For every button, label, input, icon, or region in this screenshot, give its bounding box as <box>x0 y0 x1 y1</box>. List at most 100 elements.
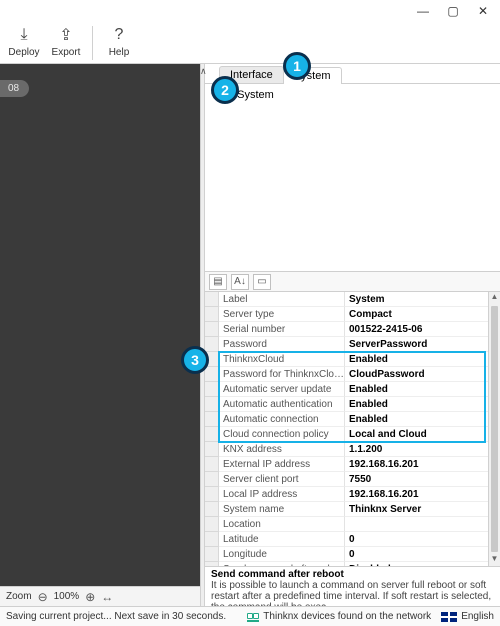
property-gutter <box>205 397 219 412</box>
deploy-label: Deploy <box>8 47 39 58</box>
zoom-out-button[interactable]: ⊖ <box>38 590 48 604</box>
property-gutter <box>205 502 219 517</box>
property-name: Automatic authentication <box>219 397 345 412</box>
canvas-column: 08 Zoom ⊖ 100% ⊕ ↔ <box>0 64 200 606</box>
property-gutter <box>205 427 219 442</box>
status-bar: Saving current project... Next save in 3… <box>0 606 500 626</box>
property-row[interactable]: Password for ThinknxCloudCloudPassword <box>205 367 488 382</box>
property-name: Label <box>219 292 345 307</box>
property-grid-scrollbar[interactable]: ▲ ▼ <box>488 292 500 566</box>
property-value[interactable] <box>345 517 488 532</box>
main-toolbar: ⤓ Deploy ⇪ Export ? Help <box>0 22 500 64</box>
properties-view-button[interactable]: ▭ <box>253 274 271 290</box>
property-row[interactable]: LabelSystem <box>205 292 488 307</box>
property-row[interactable]: External IP address192.168.16.201 <box>205 457 488 472</box>
object-tree[interactable]: ▽ System <box>205 84 500 272</box>
help-button[interactable]: ? Help <box>99 24 139 58</box>
property-name: Automatic connection <box>219 412 345 427</box>
property-grid: LabelSystemServer typeCompactSerial numb… <box>205 292 500 566</box>
window-maximize-button[interactable]: ▢ <box>438 1 468 21</box>
property-value[interactable]: Enabled <box>345 412 488 427</box>
property-row[interactable]: Location <box>205 517 488 532</box>
property-name: Password for ThinknxCloud <box>219 367 345 382</box>
zoom-in-button[interactable]: ⊕ <box>85 590 95 604</box>
property-row[interactable]: PasswordServerPassword <box>205 337 488 352</box>
property-row[interactable]: Automatic server updateEnabled <box>205 382 488 397</box>
property-row[interactable]: Cloud connection policyLocal and Cloud <box>205 427 488 442</box>
property-value[interactable]: 1.1.200 <box>345 442 488 457</box>
property-gutter <box>205 487 219 502</box>
design-canvas[interactable]: 08 <box>0 64 200 586</box>
property-gutter <box>205 532 219 547</box>
property-name: Local IP address <box>219 487 345 502</box>
property-description-title: Send command after reboot <box>211 569 494 580</box>
property-value[interactable]: Enabled <box>345 397 488 412</box>
zoom-fit-button[interactable]: ↔ <box>101 590 113 604</box>
export-button[interactable]: ⇪ Export <box>46 24 86 58</box>
property-gutter <box>205 382 219 397</box>
scroll-down-icon[interactable]: ▼ <box>489 554 500 566</box>
callout-3: 3 <box>181 346 209 374</box>
property-value[interactable]: 0 <box>345 547 488 562</box>
property-value[interactable]: 7550 <box>345 472 488 487</box>
property-value[interactable]: 001522-2415-06 <box>345 322 488 337</box>
window-titlebar: — ▢ ✕ <box>0 0 500 22</box>
property-description-pane: Send command after reboot It is possible… <box>205 566 500 606</box>
property-row[interactable]: ThinknxCloudEnabled <box>205 352 488 367</box>
property-value[interactable]: Local and Cloud <box>345 427 488 442</box>
property-row[interactable]: Send command after rebootDisabled <box>205 562 488 566</box>
property-row[interactable]: Latitude0 <box>205 532 488 547</box>
zoom-value: 100% <box>54 591 80 602</box>
property-row[interactable]: System nameThinknx Server <box>205 502 488 517</box>
categorized-view-button[interactable]: ▤ <box>209 274 227 290</box>
property-row[interactable]: KNX address1.1.200 <box>205 442 488 457</box>
toolbar-separator <box>92 26 93 60</box>
window-minimize-button[interactable]: — <box>408 1 438 21</box>
property-row[interactable]: Local IP address192.168.16.201 <box>205 487 488 502</box>
property-value[interactable]: 192.168.16.201 <box>345 457 488 472</box>
deploy-icon: ⤓ <box>13 24 35 46</box>
property-row[interactable]: Server client port7550 <box>205 472 488 487</box>
property-row[interactable]: Automatic authenticationEnabled <box>205 397 488 412</box>
property-name: Cloud connection policy <box>219 427 345 442</box>
properties-column: Interface System ▽ System ▤ A↓ ▭ LabelSy… <box>205 64 500 606</box>
property-value[interactable]: Thinknx Server <box>345 502 488 517</box>
property-value[interactable]: Enabled <box>345 382 488 397</box>
zoom-bar: Zoom ⊖ 100% ⊕ ↔ <box>0 586 200 606</box>
deploy-button[interactable]: ⤓ Deploy <box>4 24 44 58</box>
sort-az-button[interactable]: A↓ <box>231 274 249 290</box>
window-close-button[interactable]: ✕ <box>468 1 498 21</box>
property-value[interactable]: Compact <box>345 307 488 322</box>
status-left: Saving current project... Next save in 3… <box>6 611 237 622</box>
export-label: Export <box>52 47 81 58</box>
property-name: KNX address <box>219 442 345 457</box>
property-value[interactable]: ServerPassword <box>345 337 488 352</box>
main-split: 08 Zoom ⊖ 100% ⊕ ↔ ∧ Interface System ▽ … <box>0 64 500 606</box>
canvas-page-tab[interactable]: 08 <box>0 80 29 97</box>
scroll-up-icon[interactable]: ▲ <box>489 292 500 304</box>
property-description-body: It is possible to launch a command on se… <box>211 580 494 606</box>
property-value[interactable]: 192.168.16.201 <box>345 487 488 502</box>
property-value[interactable]: System <box>345 292 488 307</box>
help-label: Help <box>109 47 130 58</box>
property-name: ThinknxCloud <box>219 352 345 367</box>
property-row[interactable]: Serial number001522-2415-06 <box>205 322 488 337</box>
property-value[interactable]: Enabled <box>345 352 488 367</box>
property-gutter <box>205 337 219 352</box>
property-row[interactable]: Longitude0 <box>205 547 488 562</box>
tree-root-item[interactable]: ▽ System <box>211 88 494 102</box>
status-network[interactable]: Thinknx devices found on the network <box>247 611 431 622</box>
status-network-label: Thinknx devices found on the network <box>263 611 431 622</box>
property-row[interactable]: Server typeCompact <box>205 307 488 322</box>
property-value[interactable]: 0 <box>345 532 488 547</box>
property-name: Automatic server update <box>219 382 345 397</box>
property-value[interactable]: CloudPassword <box>345 367 488 382</box>
property-row[interactable]: Automatic connectionEnabled <box>205 412 488 427</box>
property-value[interactable]: Disabled <box>345 562 488 566</box>
scroll-thumb[interactable] <box>491 306 498 552</box>
property-name: Send command after reboot <box>219 562 345 566</box>
property-name: Longitude <box>219 547 345 562</box>
property-name: Password <box>219 337 345 352</box>
status-language[interactable]: English <box>441 611 494 622</box>
property-gutter <box>205 322 219 337</box>
